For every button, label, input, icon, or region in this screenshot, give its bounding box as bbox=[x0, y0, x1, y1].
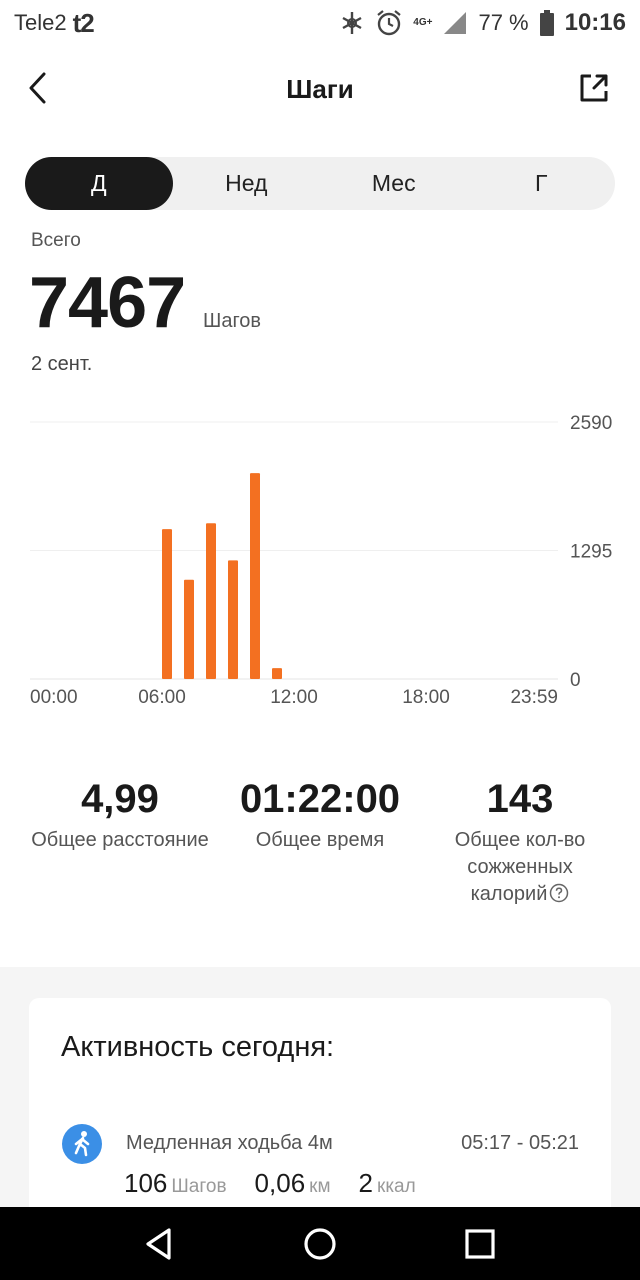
activity-calories: 2 ккал bbox=[359, 1168, 416, 1199]
chart-y-tick-label: 0 bbox=[570, 670, 581, 691]
calories-label-line: Общее кол-во bbox=[454, 829, 586, 851]
tab-year[interactable]: Г bbox=[468, 157, 616, 210]
calories-metric-unit: ккал bbox=[377, 1176, 416, 1197]
calories-value: 143 bbox=[486, 777, 554, 821]
steps-value: 106 bbox=[124, 1168, 168, 1198]
clock: 10:16 bbox=[564, 9, 626, 36]
top-bar: Шаги bbox=[0, 56, 640, 120]
calories-label-line: калорий bbox=[430, 881, 610, 908]
activity-title: Активность сегодня: bbox=[61, 1031, 335, 1063]
calories-label-line: сожженных bbox=[467, 856, 573, 878]
chart-bar bbox=[162, 529, 172, 679]
distance-metric-value: 0,06 bbox=[254, 1168, 306, 1198]
total-label: Всего bbox=[31, 230, 81, 251]
chart-x-tick-label: 00:00 bbox=[30, 687, 78, 708]
share-button[interactable] bbox=[574, 68, 614, 108]
tab-week[interactable]: Нед bbox=[173, 157, 321, 210]
time-value: 01:22:00 bbox=[239, 777, 401, 821]
alarm-icon bbox=[377, 10, 401, 36]
distance-value: 4,99 bbox=[81, 777, 159, 821]
chart-bar bbox=[228, 560, 238, 679]
activity-steps: 106 Шагов bbox=[124, 1168, 227, 1199]
activity-metrics: 106 Шагов 0,06 км 2 ккал bbox=[124, 1168, 416, 1199]
total-steps-value: 7467 bbox=[29, 263, 186, 343]
tab-month[interactable]: Мес bbox=[320, 157, 468, 210]
stat-distance: 4,99 Общее расстояние bbox=[20, 775, 220, 854]
page-title: Шаги bbox=[286, 74, 354, 104]
chart-y-tick-label: 2590 bbox=[570, 413, 612, 434]
calories-label-text: калорий bbox=[470, 883, 548, 905]
date-label: 2 сент. bbox=[31, 353, 93, 375]
activity-time: 05:17 - 05:21 bbox=[461, 1132, 579, 1154]
home-circle-icon[interactable] bbox=[299, 1223, 341, 1265]
activity-name: Медленная ходьба 4м bbox=[126, 1132, 333, 1154]
stat-calories: 143 Общее кол-во сожженных калорий bbox=[430, 775, 610, 908]
walking-person-icon bbox=[62, 1124, 102, 1164]
question-circle-icon[interactable] bbox=[549, 883, 569, 903]
status-left: Tele2 t2 bbox=[14, 7, 95, 39]
period-tabs: Д Нед Мес Г bbox=[25, 157, 615, 210]
recents-square-icon[interactable] bbox=[459, 1223, 501, 1265]
chart-y-tick-label: 1295 bbox=[570, 542, 612, 563]
activity-item[interactable]: Медленная ходьба 4м 05:17 - 05:21 106 Шаг… bbox=[29, 1116, 611, 1206]
chart-bar bbox=[184, 579, 194, 679]
bluetooth-icon bbox=[342, 12, 362, 34]
stat-time: 01:22:00 Общее время bbox=[225, 775, 415, 854]
battery-icon bbox=[539, 10, 554, 36]
signal-icon bbox=[444, 12, 467, 34]
activity-distance: 0,06 км bbox=[255, 1168, 331, 1199]
stats-row: 4,99 Общее расстояние 01:22:00 Общее вре… bbox=[0, 775, 640, 925]
distance-label: Общее расстояние bbox=[31, 829, 209, 851]
carrier-name: Tele2 bbox=[14, 10, 67, 35]
chart-bar bbox=[206, 523, 216, 679]
time-label: Общее время bbox=[255, 829, 385, 851]
activity-card: Активность сегодня: Медленная ходьба 4м … bbox=[29, 998, 611, 1218]
share-external-icon bbox=[580, 74, 608, 102]
chart-x-tick-label: 23:59 bbox=[510, 687, 558, 708]
status-right: 4G+ 77 % 10:16 bbox=[339, 9, 626, 37]
system-nav-bar bbox=[0, 1207, 640, 1280]
chart-bar bbox=[272, 668, 282, 679]
calories-metric-value: 2 bbox=[358, 1168, 373, 1198]
chart-bar bbox=[250, 473, 260, 679]
network-type: 4G+ bbox=[413, 17, 433, 28]
chart-x-tick-label: 06:00 bbox=[138, 687, 186, 708]
chart-x-tick-label: 12:00 bbox=[270, 687, 318, 708]
distance-metric-unit: км bbox=[309, 1176, 331, 1197]
battery-percent: 77 % bbox=[478, 10, 529, 35]
steps-bar-chart: 2590 1295 0 00:00 06:00 12:00 18:00 23:59 bbox=[30, 413, 612, 708]
total-steps-unit: Шагов bbox=[203, 310, 262, 332]
carrier-logo: t2 bbox=[72, 7, 95, 38]
tab-day[interactable]: Д bbox=[25, 157, 173, 210]
chart-x-tick-label: 18:00 bbox=[402, 687, 450, 708]
walking-person-glyph bbox=[74, 1131, 90, 1157]
status-bar: Tele2 t2 4G+ 77 % 10:16 bbox=[0, 0, 640, 46]
calories-label: Общее кол-во сожженных калорий bbox=[430, 827, 610, 908]
steps-unit: Шагов bbox=[171, 1176, 227, 1197]
back-triangle-icon[interactable] bbox=[139, 1223, 181, 1265]
